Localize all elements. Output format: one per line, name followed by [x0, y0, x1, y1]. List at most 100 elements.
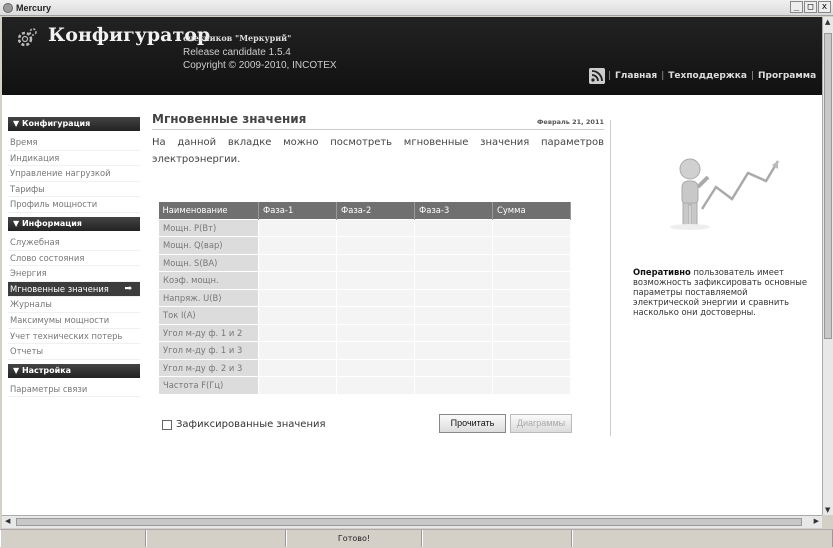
sidebar-item-time[interactable]: Время	[8, 135, 140, 151]
sidebar-item-journals[interactable]: Журналы	[8, 297, 140, 313]
value-cell	[258, 376, 337, 395]
value-cell	[258, 358, 337, 377]
top-navigation: | Главная | Техподдержка | Программа	[608, 71, 816, 81]
main-content: Мгновенные значения Февраль 21, 2011 На …	[152, 112, 604, 433]
value-cell	[492, 358, 571, 377]
col-header-name: Наименование	[158, 202, 259, 219]
sidebar-item-load-control[interactable]: Управление нагрузкой	[8, 166, 140, 182]
value-cell	[492, 323, 571, 342]
sidebar-item-energy[interactable]: Энергия	[8, 266, 140, 282]
value-cell	[414, 253, 493, 272]
status-cell	[0, 530, 146, 547]
table-row: Угол м-ду ф. 1 и 2	[158, 323, 571, 342]
horizontal-scroll-thumb[interactable]	[16, 518, 802, 526]
nav-support-link[interactable]: Техподдержка	[668, 71, 747, 81]
sidebar-item-service[interactable]: Служебная	[8, 235, 140, 251]
value-cell	[414, 358, 493, 377]
value-cell	[492, 306, 571, 325]
col-header-sum: Сумма	[492, 202, 571, 219]
value-cell	[258, 253, 337, 272]
value-cell	[492, 376, 571, 395]
table-row: Коэф. мощн.	[158, 271, 571, 290]
sidebar-item-power-profile[interactable]: Профиль мощности	[8, 197, 140, 213]
value-cell	[336, 341, 415, 360]
sidebar-section-info[interactable]: ▼ Информация	[8, 216, 140, 231]
sidebar-item-power-maximums[interactable]: Максимумы мощности	[8, 313, 140, 329]
page-date: Февраль 21, 2011	[536, 118, 604, 126]
row-label: Ток I(А)	[158, 306, 259, 325]
rss-icon[interactable]	[589, 68, 605, 84]
app-icon	[3, 2, 13, 13]
col-header-phase3: Фаза-3	[414, 202, 493, 219]
diagrams-button[interactable]: Диаграммы	[510, 414, 572, 433]
value-cell	[414, 236, 493, 255]
scrollbar-corner	[822, 515, 833, 528]
row-label: Угол м-ду ф. 1 и 2	[158, 323, 259, 342]
vertical-scroll-thumb[interactable]	[824, 33, 832, 339]
content-divider	[610, 120, 611, 436]
value-cell	[258, 306, 337, 325]
table-row: Угол м-ду ф. 1 и 3	[158, 341, 571, 360]
sidebar-item-tariffs[interactable]: Тарифы	[8, 182, 140, 198]
minimize-button[interactable]: _	[790, 1, 803, 13]
sidebar-section-config[interactable]: ▼ Конфигурация	[8, 117, 140, 131]
sidebar-item-label: Мгновенные значения	[10, 283, 109, 294]
value-cell	[336, 253, 415, 272]
close-button[interactable]: x	[818, 1, 831, 13]
value-cell	[336, 218, 415, 237]
value-cell	[492, 218, 571, 237]
sidebar-item-connection-params[interactable]: Параметры связи	[8, 382, 140, 398]
growth-chart-illustration	[650, 143, 792, 233]
arrow-right-icon: ➡	[124, 283, 132, 294]
value-cell	[414, 376, 493, 395]
col-header-phase1: Фаза-1	[258, 202, 337, 219]
maximize-button[interactable]: □	[804, 1, 817, 13]
row-label: Напряж. U(В)	[158, 288, 259, 307]
fixed-values-label: Зафиксированные значения	[176, 419, 326, 430]
value-cell	[258, 323, 337, 342]
value-cell	[336, 323, 415, 342]
scroll-left-icon[interactable]: ◀	[5, 517, 10, 525]
sidebar: ▼ Конфигурация Время Индикация Управлени…	[8, 117, 140, 398]
read-button[interactable]: Прочитать	[439, 414, 506, 433]
row-label: Коэф. мощн.	[158, 271, 259, 290]
horizontal-scrollbar[interactable]: ◀ ▶	[2, 515, 822, 528]
value-cell	[492, 271, 571, 290]
release-text: Release candidate 1.5.4	[183, 47, 291, 58]
value-cell	[414, 323, 493, 342]
sidebar-item-indication[interactable]: Индикация	[8, 151, 140, 167]
fixed-values-option[interactable]: Зафиксированные значения	[162, 419, 326, 430]
value-cell	[492, 341, 571, 360]
sidebar-item-reports[interactable]: Отчеты	[8, 344, 140, 360]
nav-program-link[interactable]: Программа	[758, 71, 816, 81]
value-cell	[336, 236, 415, 255]
sidebar-item-status-word[interactable]: Слово состояния	[8, 251, 140, 267]
status-text: Готово!	[286, 530, 422, 547]
row-label: Частота F(Гц)	[158, 376, 259, 395]
value-cell	[414, 341, 493, 360]
table-header-row: Наименование Фаза-1 Фаза-2 Фаза-3 Сумма	[158, 202, 571, 219]
sidebar-item-tech-losses[interactable]: Учет технических потерь	[8, 329, 140, 345]
title-divider	[152, 129, 604, 130]
value-cell	[492, 236, 571, 255]
copyright-text: Copyright © 2009-2010, INCOTEX	[183, 60, 337, 71]
nav-home-link[interactable]: Главная	[615, 71, 657, 81]
table-row: Частота F(Гц)	[158, 376, 571, 395]
value-cell	[258, 271, 337, 290]
scroll-up-icon[interactable]: ▲	[825, 18, 830, 26]
fixed-values-checkbox[interactable]	[162, 419, 172, 430]
scroll-right-icon[interactable]: ▶	[814, 517, 819, 525]
table-row: Ток I(А)	[158, 306, 571, 325]
window-title: Mercury	[16, 2, 52, 13]
value-cell	[258, 288, 337, 307]
row-label: Мощн. P(Вт)	[158, 218, 259, 237]
value-cell	[336, 306, 415, 325]
sidebar-item-instant-values[interactable]: Мгновенные значения ➡	[8, 281, 140, 298]
status-bar: Готово!	[0, 529, 833, 548]
vertical-scrollbar[interactable]: ▲ ▼	[822, 17, 833, 515]
nav-separator: |	[661, 71, 665, 81]
sidebar-section-settings[interactable]: ▼ Настройка	[8, 363, 140, 378]
row-label: Угол м-ду ф. 1 и 3	[158, 341, 259, 360]
nav-separator: |	[608, 71, 612, 81]
scroll-down-icon[interactable]: ▼	[825, 506, 830, 514]
